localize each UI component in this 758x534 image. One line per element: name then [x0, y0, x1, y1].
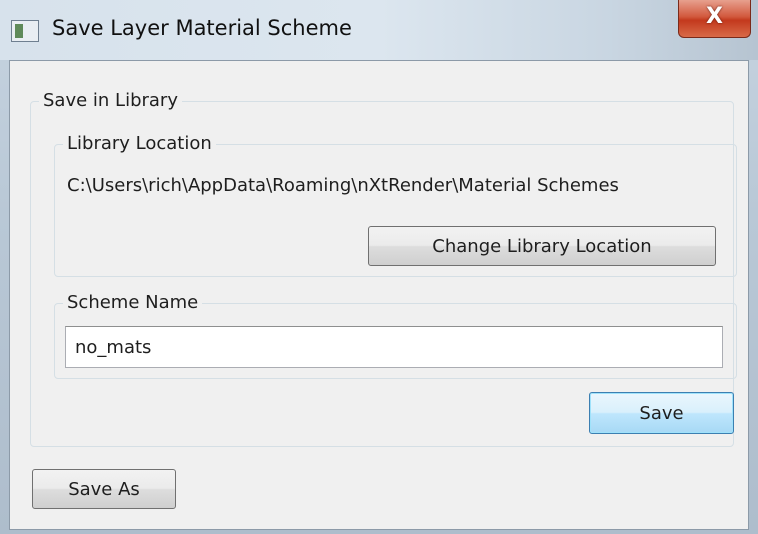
close-button[interactable]: X	[678, 0, 751, 38]
scheme-name-input[interactable]	[65, 326, 723, 368]
library-location-group: Library Location C:\Users\rich\AppData\R…	[54, 133, 737, 277]
window-frame: Save Layer Material Scheme X Save in Lib…	[0, 0, 758, 534]
save-in-library-label: Save in Library	[39, 90, 182, 112]
scheme-name-group: Scheme Name	[54, 292, 737, 379]
library-location-label: Library Location	[63, 133, 216, 155]
library-path: C:\Users\rich\AppData\Roaming\nXtRender\…	[67, 175, 619, 196]
save-in-library-group: Save in Library Library Location C:\User…	[30, 90, 737, 447]
window-title: Save Layer Material Scheme	[52, 16, 352, 40]
app-icon	[11, 20, 39, 42]
dialog-client-area: Save in Library Library Location C:\User…	[9, 60, 749, 530]
save-as-button[interactable]: Save As	[32, 469, 176, 509]
close-icon: X	[706, 4, 723, 29]
save-button[interactable]: Save	[589, 392, 734, 434]
scheme-name-label: Scheme Name	[63, 292, 203, 314]
change-library-location-button[interactable]: Change Library Location	[368, 226, 716, 266]
title-bar[interactable]: Save Layer Material Scheme X	[0, 0, 758, 60]
